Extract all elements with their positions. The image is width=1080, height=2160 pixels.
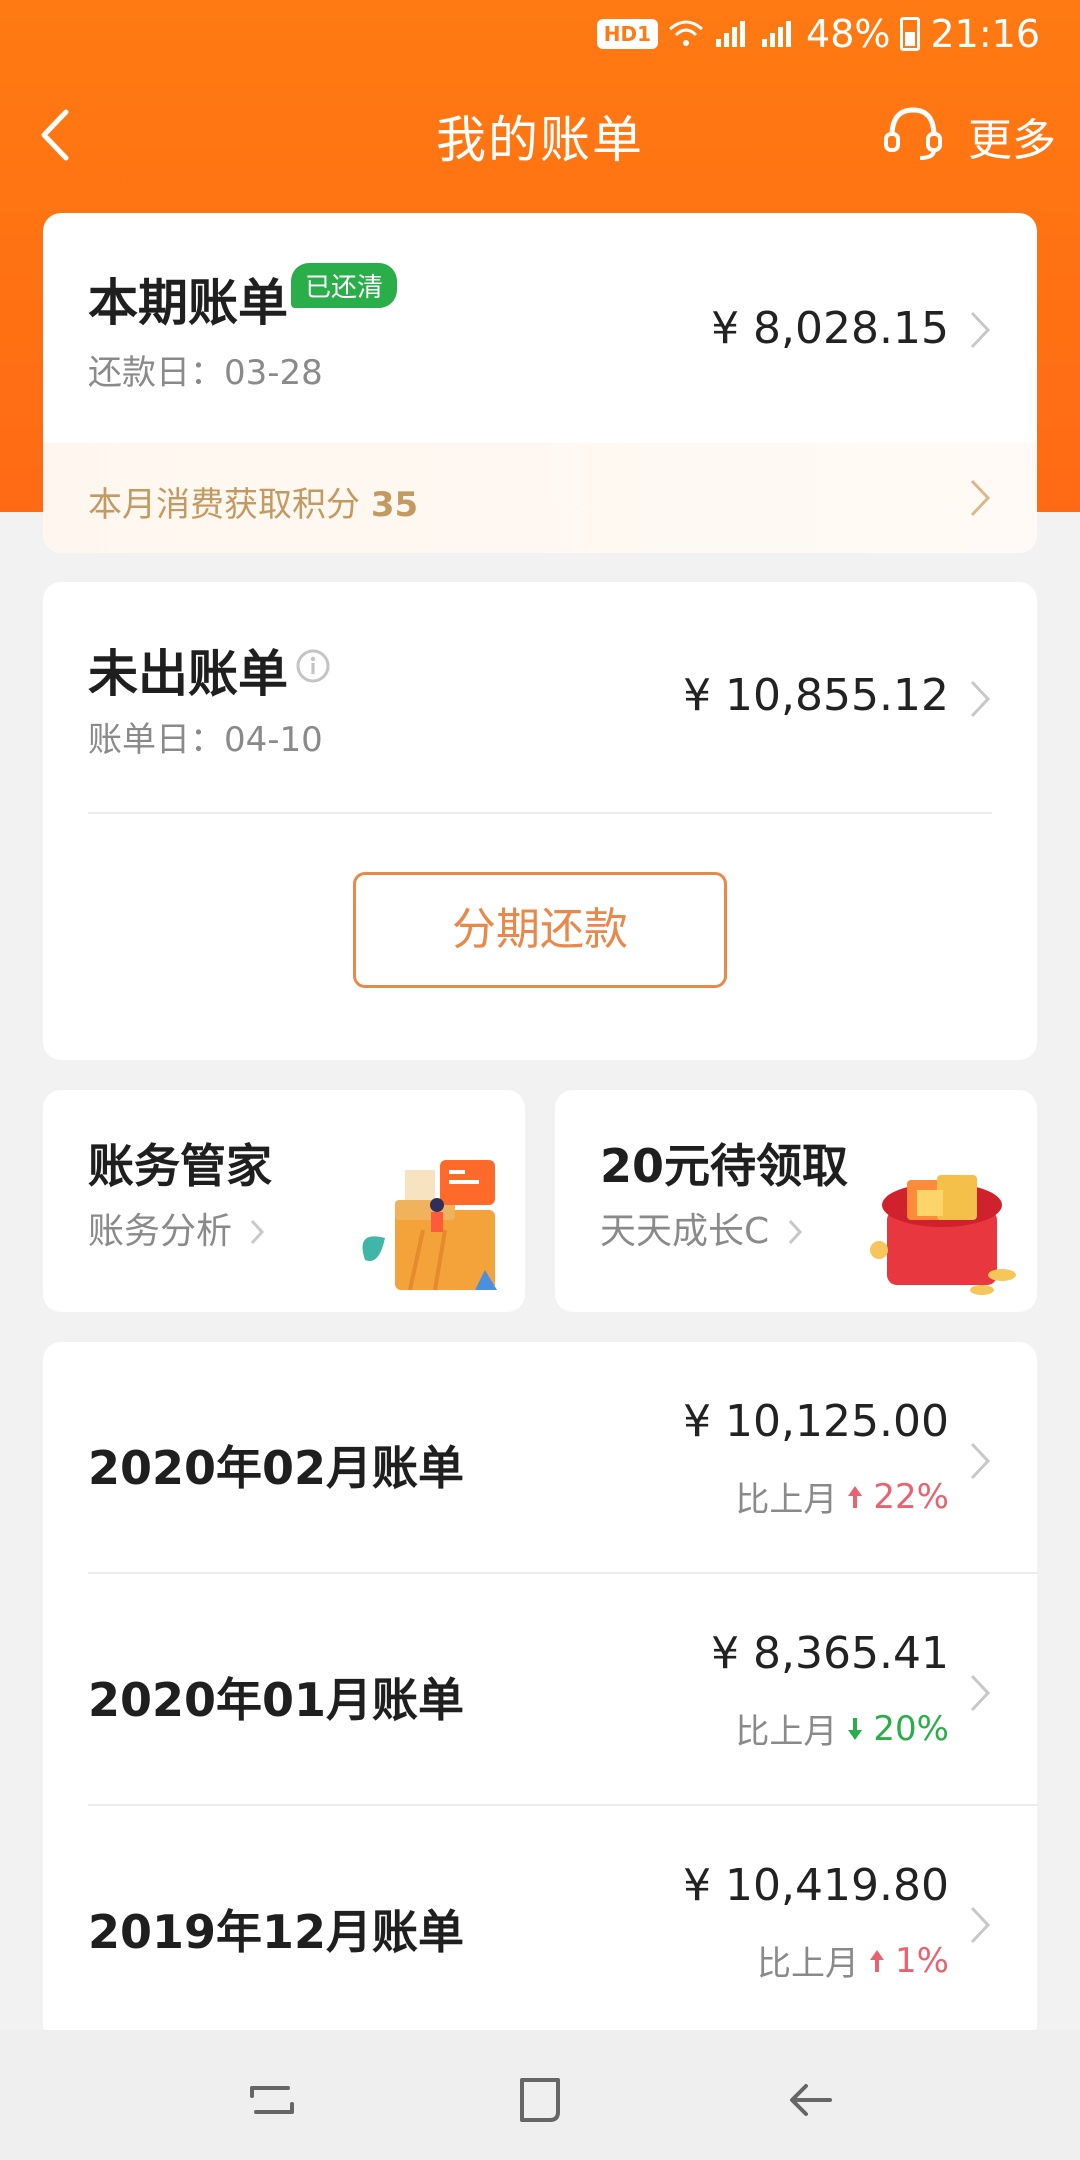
chevron-right-icon xyxy=(788,1219,802,1245)
chevron-right-icon xyxy=(251,1219,265,1245)
change-percent: 1% xyxy=(895,1940,949,1981)
installment-button[interactable]: 分期还款 xyxy=(353,872,727,988)
bill-date: 账单日：04-10 xyxy=(88,720,323,760)
hd-badge: HD1 xyxy=(596,19,659,49)
battery-percent: 48% xyxy=(806,12,891,56)
paid-badge: 已还清 xyxy=(291,263,398,308)
bill-compare: 比上月 22% xyxy=(735,1476,949,1521)
bill-name: 2020年01月账单 xyxy=(88,1673,465,1727)
unbilled-title: 未出账单 xyxy=(88,645,288,703)
current-bill-amount: ¥ 8,028.15 xyxy=(711,303,949,354)
system-nav-bar xyxy=(0,2030,1080,2160)
list-item[interactable]: 2020年02月账单 ¥ 10,125.00 比上月 22% xyxy=(43,1342,1037,1574)
points-row[interactable]: 本月消费获取积分 35 xyxy=(43,443,1037,553)
chevron-right-icon xyxy=(970,1674,991,1712)
home-icon[interactable] xyxy=(510,2070,570,2130)
reward-title: 20元待领取 xyxy=(600,1139,849,1193)
chevron-right-icon xyxy=(970,311,991,349)
bill-amount: ¥ 8,365.41 xyxy=(711,1628,949,1679)
clock: 21:16 xyxy=(930,12,1040,56)
current-bill-title: 本期账单 xyxy=(88,274,288,332)
chevron-right-icon xyxy=(970,1442,991,1480)
signal-icon xyxy=(716,21,746,47)
chevron-right-icon xyxy=(970,680,991,718)
arrow-up-icon xyxy=(848,1485,863,1508)
back-icon[interactable] xyxy=(780,2070,840,2130)
bill-name: 2019年12月账单 xyxy=(88,1905,465,1959)
finance-manager-card[interactable]: 账务管家 账务分析 xyxy=(43,1090,525,1312)
headset-icon[interactable] xyxy=(880,100,946,166)
divider xyxy=(88,812,992,814)
unbilled-amount[interactable]: ¥ 10,855.12 xyxy=(683,670,949,721)
daily-growth-link[interactable]: 天天成长C xyxy=(600,1202,803,1254)
points-value: 35 xyxy=(370,485,419,525)
red-envelope-box-illustration-icon xyxy=(870,1175,1016,1295)
list-item[interactable]: 2019年12月账单 ¥ 10,419.80 比上月 1% xyxy=(43,1806,1037,2038)
chevron-right-icon xyxy=(970,1906,991,1944)
monthly-bills-list: 2020年02月账单 ¥ 10,125.00 比上月 22% 2020年01月账… xyxy=(43,1342,1037,2042)
finance-manager-title: 账务管家 xyxy=(88,1139,272,1193)
arrow-down-icon xyxy=(848,1717,863,1740)
top-nav: 我的账单 更多 xyxy=(0,90,1080,180)
chevron-right-icon xyxy=(970,479,991,517)
reward-card[interactable]: 20元待领取 天天成长C xyxy=(555,1090,1037,1312)
bill-amount: ¥ 10,125.00 xyxy=(683,1396,949,1447)
recent-apps-icon[interactable] xyxy=(242,2070,302,2130)
status-bar: HD1 48% 21:16 xyxy=(0,0,1080,70)
due-date: 还款日：03-28 xyxy=(88,353,323,393)
bill-amount: ¥ 10,419.80 xyxy=(683,1860,949,1911)
finance-analysis-link[interactable]: 账务分析 xyxy=(88,1202,265,1254)
current-bill-card[interactable]: 本期账单 已还清 还款日：03-28 ¥ 8,028.15 本月消费获取积分 3… xyxy=(43,213,1037,553)
bill-compare: 比上月 20% xyxy=(735,1708,949,1753)
wifi-icon xyxy=(669,20,704,46)
more-button[interactable]: 更多 xyxy=(968,104,1056,168)
points-label: 本月消费获取积分 35 xyxy=(88,485,419,525)
battery-icon xyxy=(900,17,921,51)
signal-icon xyxy=(762,21,792,47)
unbilled-card: 未出账单 账单日：04-10 ¥ 10,855.12 分期还款 xyxy=(43,582,1037,1060)
list-item[interactable]: 2020年01月账单 ¥ 8,365.41 比上月 20% xyxy=(43,1574,1037,1806)
info-icon[interactable] xyxy=(295,648,331,684)
folder-ladder-illustration-icon xyxy=(362,1160,497,1291)
bill-compare: 比上月 1% xyxy=(757,1940,949,1985)
bill-name: 2020年02月账单 xyxy=(88,1441,465,1495)
arrow-up-icon xyxy=(870,1949,885,1972)
change-percent: 20% xyxy=(873,1708,949,1749)
change-percent: 22% xyxy=(873,1476,949,1517)
